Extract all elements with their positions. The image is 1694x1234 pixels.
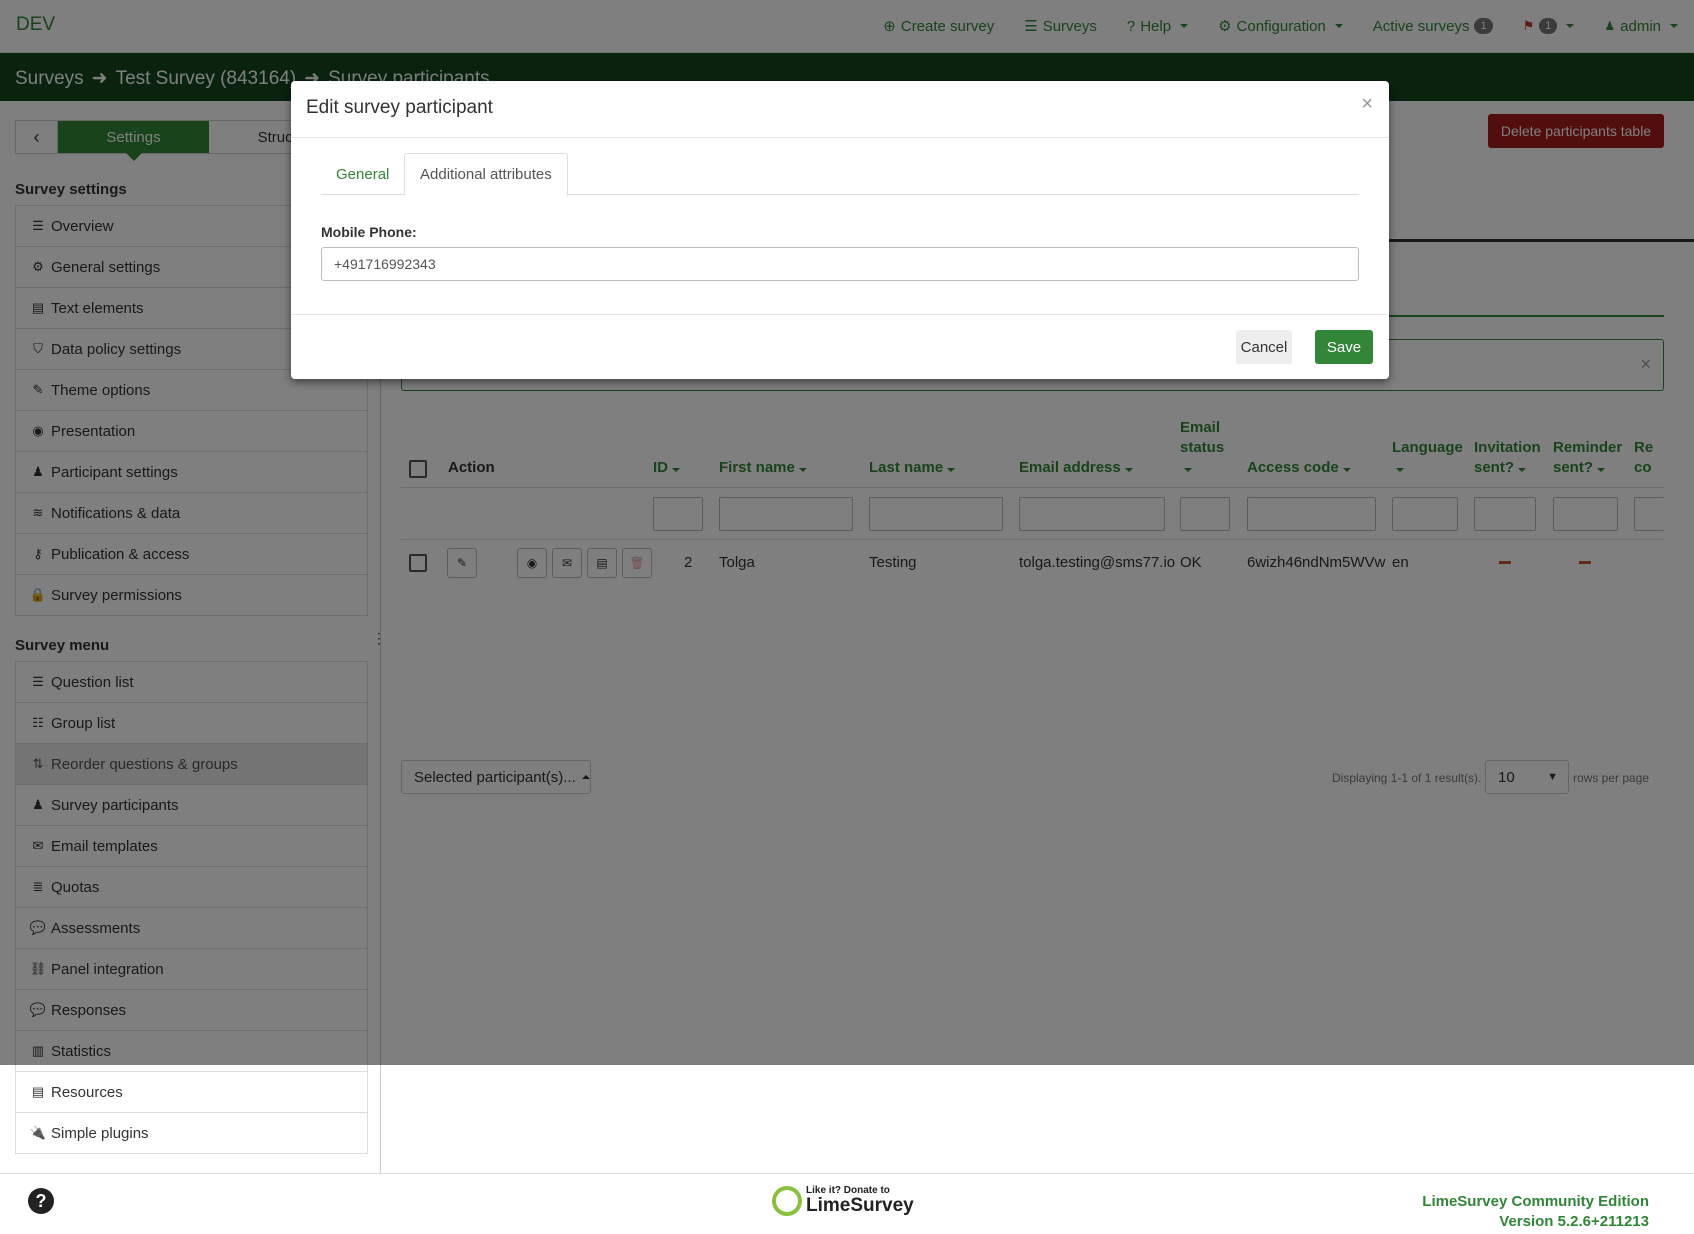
- limesurvey-logo-icon: [772, 1186, 802, 1216]
- modal-header: Edit survey participant ×: [291, 81, 1389, 138]
- tab-additional-attributes[interactable]: Additional attributes: [404, 153, 568, 196]
- close-icon[interactable]: ×: [1361, 93, 1373, 116]
- plug-icon: 🔌: [29, 1125, 47, 1140]
- save-button[interactable]: Save: [1315, 330, 1373, 364]
- footer-edition[interactable]: LimeSurvey Community Edition: [1422, 1192, 1649, 1212]
- cancel-button[interactable]: Cancel: [1236, 330, 1292, 364]
- logo-brand-text: LimeSurvey: [806, 1195, 914, 1216]
- sidebar-item-resources[interactable]: ▤ Resources: [15, 1072, 368, 1113]
- modal-title: Edit survey participant: [306, 97, 493, 118]
- footer: ? Like it? Donate to LimeSurvey LimeSurv…: [0, 1173, 1694, 1234]
- mobile-phone-label: Mobile Phone:: [321, 224, 417, 240]
- sidebar-item-simple-plugins[interactable]: 🔌 Simple plugins: [15, 1113, 368, 1154]
- sidebar-item-label: Simple plugins: [51, 1124, 149, 1142]
- footer-version: Version 5.2.6+211213: [1499, 1213, 1649, 1230]
- modal-footer: Cancel Save: [291, 314, 1389, 379]
- limesurvey-donate-logo[interactable]: Like it? Donate to LimeSurvey: [772, 1186, 914, 1216]
- file-icon: ▤: [31, 1084, 45, 1099]
- modal-tabs: General Additional attributes: [321, 153, 1359, 196]
- edit-participant-modal: Edit survey participant × General Additi…: [291, 81, 1389, 379]
- question-circle-icon[interactable]: ?: [28, 1188, 54, 1214]
- footer-version-info: LimeSurvey Community Edition Version 5.2…: [1422, 1192, 1649, 1232]
- sidebar-item-label: Resources: [51, 1083, 123, 1101]
- mobile-phone-input[interactable]: +491716992343: [321, 247, 1359, 281]
- tab-general[interactable]: General: [321, 153, 404, 196]
